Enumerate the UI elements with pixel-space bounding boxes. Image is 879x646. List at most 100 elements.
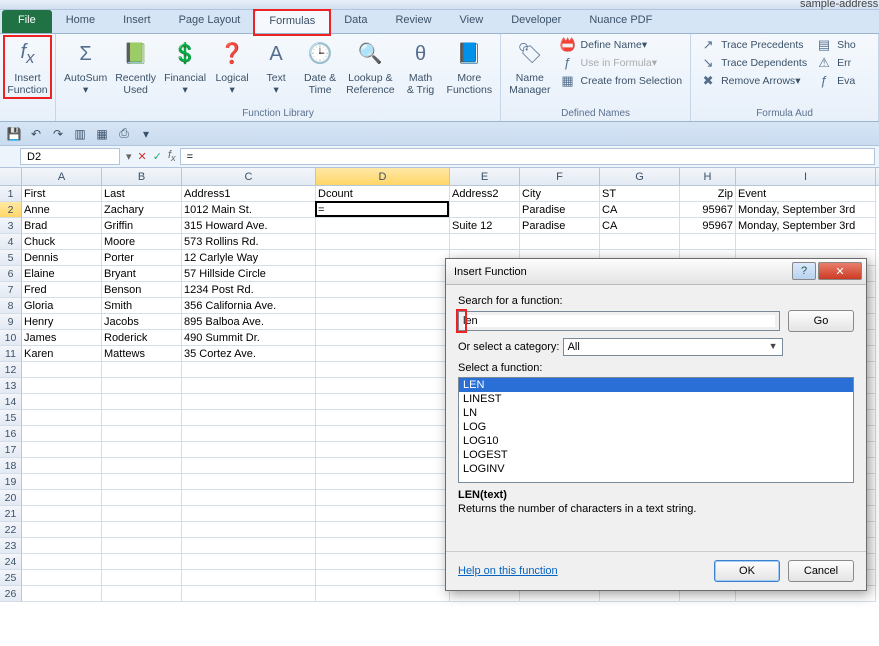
cell[interactable]: Suite 12	[450, 218, 520, 234]
logical-button[interactable]: ❓Logical▾	[210, 36, 254, 98]
cell[interactable]: Address1	[182, 186, 316, 202]
recently-used-button[interactable]: 📗Recently Used	[111, 36, 160, 98]
cell[interactable]	[316, 410, 450, 426]
insert-function-button[interactable]: fx Insert Function	[4, 36, 51, 98]
row-header[interactable]: 5	[0, 250, 22, 266]
cell[interactable]	[316, 266, 450, 282]
cell[interactable]: Event	[736, 186, 876, 202]
row-header[interactable]: 6	[0, 266, 22, 282]
cell[interactable]: CA	[600, 202, 680, 218]
cell[interactable]: 95967	[680, 218, 736, 234]
dropdown-icon[interactable]: ▾	[126, 150, 132, 163]
cell[interactable]	[316, 234, 450, 250]
col-header-I[interactable]: I	[736, 168, 876, 185]
cell[interactable]	[102, 362, 182, 378]
col-header-C[interactable]: C	[182, 168, 316, 185]
cell[interactable]: Monday, September 3rd	[736, 202, 876, 218]
cell[interactable]: Griffin	[102, 218, 182, 234]
cell[interactable]	[22, 426, 102, 442]
tab-insert[interactable]: Insert	[109, 10, 165, 33]
cell[interactable]: 356 California Ave.	[182, 298, 316, 314]
cell[interactable]: First	[22, 186, 102, 202]
cell[interactable]: Roderick	[102, 330, 182, 346]
cell[interactable]	[22, 474, 102, 490]
cell[interactable]	[736, 234, 876, 250]
cell[interactable]	[182, 490, 316, 506]
cell[interactable]: 35 Cortez Ave.	[182, 346, 316, 362]
tab-formulas[interactable]: Formulas	[254, 10, 330, 33]
cell[interactable]	[102, 442, 182, 458]
dialog-title-bar[interactable]: Insert Function ? ✕	[446, 259, 866, 285]
cell[interactable]	[316, 426, 450, 442]
function-item[interactable]: LOGEST	[459, 448, 853, 462]
tab-nuance-pdf[interactable]: Nuance PDF	[575, 10, 666, 33]
cell[interactable]	[316, 442, 450, 458]
cell[interactable]: Paradise	[520, 218, 600, 234]
cell[interactable]: 95967	[680, 202, 736, 218]
tab-developer[interactable]: Developer	[497, 10, 575, 33]
undo-icon[interactable]: ↶	[28, 126, 44, 142]
cell[interactable]	[316, 378, 450, 394]
cell[interactable]: 895 Balboa Ave.	[182, 314, 316, 330]
cell[interactable]	[182, 506, 316, 522]
evaluate-button[interactable]: ƒEva	[811, 72, 860, 90]
cell[interactable]	[102, 506, 182, 522]
cell[interactable]	[182, 522, 316, 538]
cell[interactable]: Mattews	[102, 346, 182, 362]
fx-icon[interactable]: fx	[168, 149, 176, 163]
use-in-formula-button[interactable]: ƒUse in Formula ▾	[555, 54, 687, 72]
date-time-button[interactable]: 🕒Date & Time	[298, 36, 342, 98]
search-input[interactable]	[463, 315, 775, 327]
select-all-corner[interactable]	[0, 168, 22, 185]
cell[interactable]	[102, 570, 182, 586]
cell[interactable]: Anne	[22, 202, 102, 218]
cell[interactable]	[450, 202, 520, 218]
cell[interactable]: 573 Rollins Rd.	[182, 234, 316, 250]
row-header[interactable]: 13	[0, 378, 22, 394]
function-item[interactable]: LOG	[459, 420, 853, 434]
cell[interactable]	[22, 554, 102, 570]
cell[interactable]: 1234 Post Rd.	[182, 282, 316, 298]
ok-button[interactable]: OK	[714, 560, 780, 582]
cell[interactable]: Bryant	[102, 266, 182, 282]
col-header-E[interactable]: E	[450, 168, 520, 185]
cell[interactable]	[316, 586, 450, 602]
row-header[interactable]: 2	[0, 202, 22, 218]
cell[interactable]: Porter	[102, 250, 182, 266]
text-button[interactable]: AText▾	[254, 36, 298, 98]
cell[interactable]	[22, 442, 102, 458]
cell[interactable]	[22, 394, 102, 410]
go-button[interactable]: Go	[788, 310, 854, 332]
cell[interactable]	[102, 554, 182, 570]
cell[interactable]	[102, 490, 182, 506]
cell[interactable]	[102, 522, 182, 538]
cell[interactable]	[182, 378, 316, 394]
cell[interactable]	[316, 522, 450, 538]
cell[interactable]: 315 Howard Ave.	[182, 218, 316, 234]
cell[interactable]: 12 Carlyle Way	[182, 250, 316, 266]
row-header[interactable]: 1	[0, 186, 22, 202]
row-header[interactable]: 18	[0, 458, 22, 474]
more-functions-button[interactable]: 📘More Functions	[443, 36, 497, 98]
col-header-F[interactable]: F	[520, 168, 600, 185]
cell[interactable]	[102, 378, 182, 394]
define-name-button[interactable]: 📛Define Name ▾	[555, 36, 687, 54]
row-header[interactable]: 25	[0, 570, 22, 586]
cell[interactable]	[22, 458, 102, 474]
row-header[interactable]: 12	[0, 362, 22, 378]
autosum-button[interactable]: ΣAutoSum▾	[60, 36, 111, 98]
cell[interactable]	[182, 570, 316, 586]
cell[interactable]: CA	[600, 218, 680, 234]
dialog-close-button[interactable]: ✕	[818, 262, 862, 280]
function-item[interactable]: LOG10	[459, 434, 853, 448]
cell[interactable]	[182, 362, 316, 378]
col-header-B[interactable]: B	[102, 168, 182, 185]
row-header[interactable]: 20	[0, 490, 22, 506]
cell[interactable]	[182, 410, 316, 426]
cell[interactable]	[102, 458, 182, 474]
cell[interactable]: Jacobs	[102, 314, 182, 330]
row-header[interactable]: 7	[0, 282, 22, 298]
cell[interactable]	[102, 474, 182, 490]
redo-icon[interactable]: ↷	[50, 126, 66, 142]
cell[interactable]	[182, 442, 316, 458]
